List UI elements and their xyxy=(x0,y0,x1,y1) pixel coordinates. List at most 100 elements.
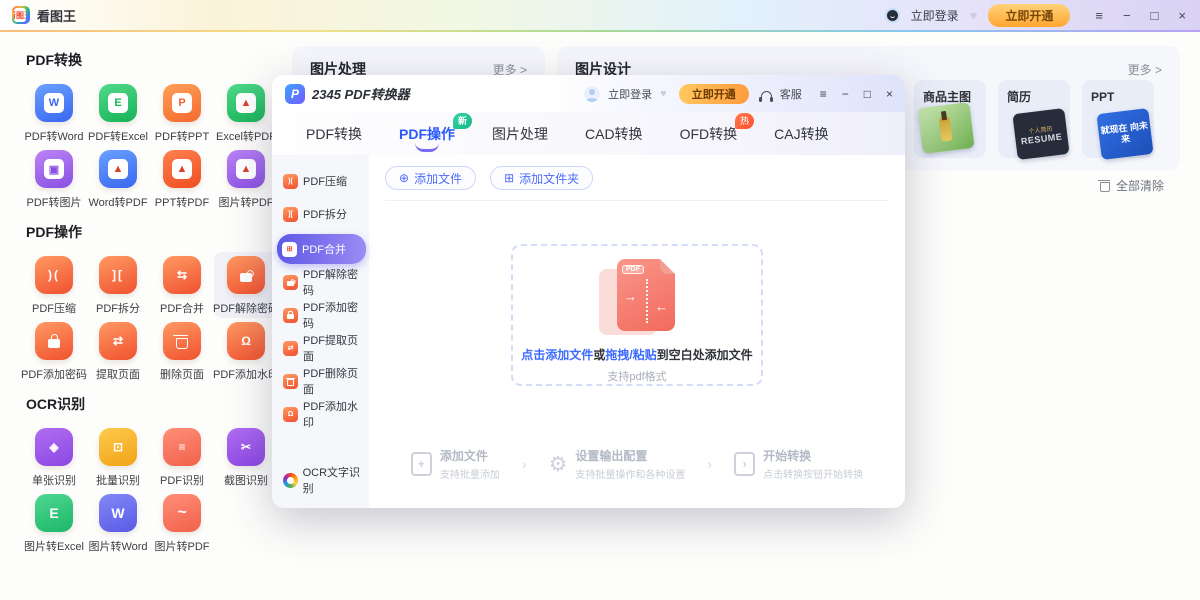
scan-pdf-icon: ≡ xyxy=(163,428,201,466)
folder-plus-icon: ⊞ xyxy=(504,171,514,185)
nav-item-pdf-add-password[interactable]: PDF添加密码 xyxy=(278,302,365,328)
watermark-icon: Ω xyxy=(283,407,298,422)
sidebar-item-word-to-pdf[interactable]: ▲ Word转PDF xyxy=(86,146,150,212)
active-tab-underline xyxy=(415,143,439,152)
minimize-button[interactable]: − xyxy=(1123,8,1131,23)
sidebar-item-image-to-pdf[interactable]: ▲ 图片转PDF xyxy=(214,146,278,212)
sidebar-item-ocr-single[interactable]: ◈ 单张识别 xyxy=(22,424,86,490)
modal-menu-button[interactable]: ≡ xyxy=(820,87,827,101)
circle-plus-icon: ⊕ xyxy=(399,171,409,185)
sidebar-item-pdf-merge[interactable]: ⇆ PDF合并 xyxy=(150,252,214,318)
vip-heart-icon[interactable]: ♥ xyxy=(970,8,978,23)
word-icon: W xyxy=(99,494,137,532)
modal-vip-heart-icon[interactable]: ♥ xyxy=(660,88,667,100)
gear-icon: ⚙ xyxy=(549,454,568,475)
modal-maximize-button[interactable]: □ xyxy=(864,87,871,101)
sidebar-item-image-to-word[interactable]: W 图片转Word xyxy=(86,490,150,556)
sidebar-item-pdf-add-password[interactable]: PDF添加密码 xyxy=(22,318,86,384)
ppt-icon: P xyxy=(163,84,201,122)
modal-tabs: PDF转换 PDF操作新 图片处理 CAD转换 OFD转换热 CAJ转换 xyxy=(272,112,905,155)
tab-pdf-convert[interactable]: PDF转换 xyxy=(306,124,362,144)
modal-user-avatar[interactable] xyxy=(584,86,600,102)
section-title-pdf-convert: PDF转换 xyxy=(26,50,280,70)
close-button[interactable]: × xyxy=(1178,8,1186,23)
sidebar-item-pdf-compress[interactable]: )( PDF压缩 xyxy=(22,252,86,318)
pdf-merge-illustration: PDF → ← xyxy=(595,259,679,335)
extract-pages-icon: ⇄ xyxy=(99,322,137,360)
nav-item-pdf-compress[interactable]: )( PDF压缩 xyxy=(278,168,365,194)
sidebar-item-ppt-to-pdf[interactable]: ▲ PPT转PDF xyxy=(150,146,214,212)
excel-icon: E xyxy=(99,84,137,122)
nav-item-pdf-delete-pages[interactable]: PDF删除页面 xyxy=(278,368,365,394)
nav-item-pdf-extract-pages[interactable]: ⇄ PDF提取页面 xyxy=(278,335,365,361)
merge-icon: ⇆ xyxy=(163,256,201,294)
headset-icon[interactable] xyxy=(761,91,772,100)
step-add-file: + 添加文件支持批量添加 xyxy=(411,447,500,481)
sidebar-item-ocr-pdf[interactable]: ≡ PDF识别 xyxy=(150,424,214,490)
sidebar-item-pdf-to-excel[interactable]: E PDF转Excel xyxy=(86,80,150,146)
hot-badge: 热 xyxy=(735,113,754,129)
sidebar-item-extract-pages[interactable]: ⇄ 提取页面 xyxy=(86,318,150,384)
upgrade-button[interactable]: 立即开通 xyxy=(988,4,1070,27)
add-file-button[interactable]: ⊕ 添加文件 xyxy=(385,166,476,190)
file-dropzone[interactable]: PDF → ← 点击添加文件或拖拽/粘贴到空白处添加文件 支持pdf格式 xyxy=(511,244,763,386)
nav-item-pdf-merge[interactable]: ⊞ PDF合并 xyxy=(277,234,366,264)
clear-all-button[interactable]: 全部清除 xyxy=(1100,177,1164,194)
sidebar-item-pdf-remove-password[interactable]: PDF解除密码 xyxy=(214,252,278,318)
sidebar-item-image-to-excel[interactable]: E 图片转Excel xyxy=(22,490,86,556)
sidebar-item-pdf-split[interactable]: ][ PDF拆分 xyxy=(86,252,150,318)
sidebar-item-pdf-to-image[interactable]: ▣ PDF转图片 xyxy=(22,146,86,212)
modal-login-link[interactable]: 立即登录 xyxy=(608,86,652,102)
titlebar-accent-line xyxy=(0,30,1200,32)
scissors-icon: ✂ xyxy=(227,428,265,466)
customer-service-link[interactable]: 客服 xyxy=(780,86,802,102)
menu-button[interactable]: ≡ xyxy=(1095,8,1103,23)
modal-titlebar: P 2345 PDF转换器 立即登录 ♥ 立即开通 客服 ≡ − □ × xyxy=(272,75,905,112)
maximize-button[interactable]: □ xyxy=(1151,8,1159,23)
tab-ofd-convert[interactable]: OFD转换热 xyxy=(680,124,738,144)
modal-minimize-button[interactable]: − xyxy=(842,87,849,101)
sidebar-item-pdf-watermark[interactable]: Ω PDF添加水印 xyxy=(214,318,278,384)
arrow-right-icon: → xyxy=(624,289,637,304)
converter-logo-icon: P xyxy=(285,84,305,104)
extract-pages-icon: ⇄ xyxy=(283,341,298,356)
pdf-icon: ▲ xyxy=(227,84,265,122)
lock-icon xyxy=(283,308,298,323)
split-icon: ][ xyxy=(99,256,137,294)
more-link-image-design[interactable]: 更多 > xyxy=(1128,61,1162,78)
app-window: 看图王 看图王 立即登录 ♥ 立即开通 ≡ − □ × PDF转换 W PDF转… xyxy=(0,0,1200,600)
sidebar-item-pdf-to-word[interactable]: W PDF转Word xyxy=(22,80,86,146)
scan-single-icon: ◈ xyxy=(35,428,73,466)
nav-item-pdf-split[interactable]: ][ PDF拆分 xyxy=(278,201,365,227)
nav-item-pdf-watermark[interactable]: Ω PDF添加水印 xyxy=(278,401,365,427)
tab-image-processing[interactable]: 图片处理 xyxy=(492,124,548,144)
unlock-icon xyxy=(227,256,265,294)
start-convert-icon: › xyxy=(734,452,755,476)
design-card-resume[interactable]: 简历 个人简历 RESUME xyxy=(998,80,1070,158)
sidebar-item-pdf-to-ppt[interactable]: P PDF转PPT xyxy=(150,80,214,146)
login-link[interactable]: 立即登录 xyxy=(911,7,959,24)
nav-item-ocr-text[interactable]: OCR文字识别 xyxy=(283,464,369,496)
modal-upgrade-button[interactable]: 立即开通 xyxy=(679,84,749,104)
add-folder-button[interactable]: ⊞ 添加文件夹 xyxy=(490,166,593,190)
tab-caj-convert[interactable]: CAJ转换 xyxy=(774,124,828,144)
compress-icon: )( xyxy=(35,256,73,294)
dropzone-instruction: 点击添加文件或拖拽/粘贴到空白处添加文件 xyxy=(521,346,752,363)
sidebar-item-delete-pages[interactable]: 删除页面 xyxy=(150,318,214,384)
modal-close-button[interactable]: × xyxy=(886,87,893,101)
sidebar-item-ocr-batch[interactable]: ⊡ 批量识别 xyxy=(86,424,150,490)
tab-cad-convert[interactable]: CAD转换 xyxy=(585,124,643,144)
sidebar-item-ocr-screenshot[interactable]: ✂ 截图识别 xyxy=(214,424,278,490)
section-title-pdf-operations: PDF操作 xyxy=(26,222,280,242)
user-avatar[interactable] xyxy=(885,8,900,23)
design-card-ppt[interactable]: PPT 就现在 向未来 xyxy=(1082,80,1154,158)
excel-icon: E xyxy=(35,494,73,532)
nav-item-pdf-remove-password[interactable]: PDF解除密码 xyxy=(278,269,365,295)
compress-icon: )( xyxy=(283,174,298,189)
design-card-product[interactable]: 商品主图 xyxy=(914,80,986,158)
grid-pdf-convert: W PDF转Word E PDF转Excel P PDF转PPT ▲ Excel… xyxy=(22,80,280,212)
image-icon: ▣ xyxy=(35,150,73,188)
tab-pdf-operations[interactable]: PDF操作新 xyxy=(399,124,455,144)
sidebar-item-excel-to-pdf[interactable]: ▲ Excel转PDF xyxy=(214,80,278,146)
sidebar-item-image-to-pdf-ocr[interactable]: ~ 图片转PDF xyxy=(150,490,214,556)
